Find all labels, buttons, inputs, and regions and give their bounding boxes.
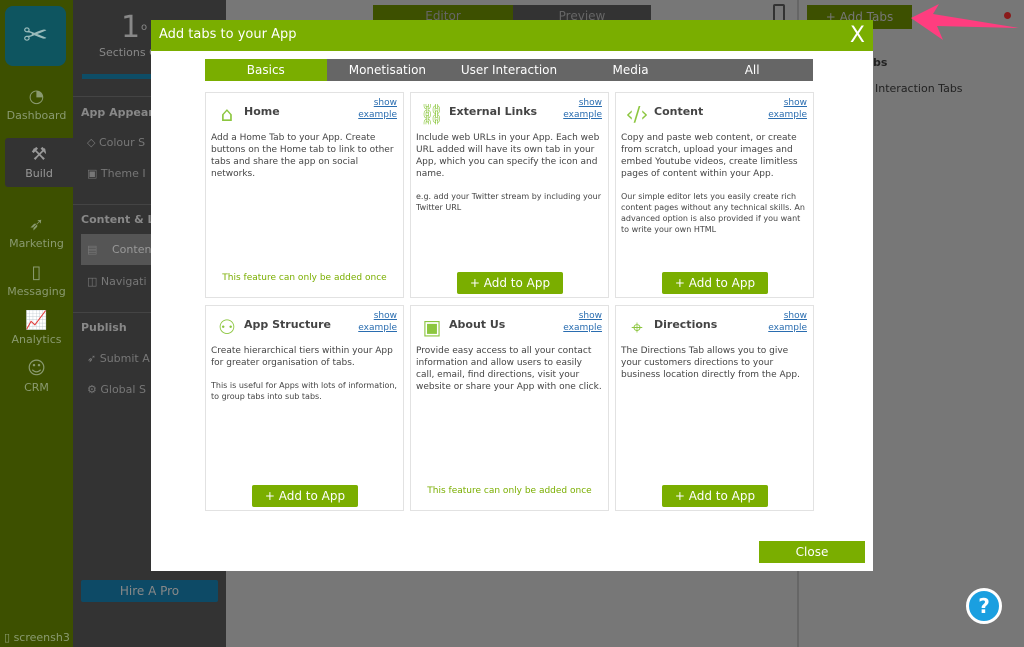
layout-icon: ◫: [87, 275, 101, 288]
show-example-link[interactable]: show example: [563, 97, 602, 121]
card-description: Create hierarchical tiers within your Ap…: [211, 346, 393, 368]
once-notice: This feature can only be added once: [222, 273, 387, 283]
tab-card-app-structure: ⚇ App Structure show example Create hiera…: [205, 305, 404, 511]
gauge-icon: ◔: [28, 86, 45, 107]
card-note: This is useful for Apps with lots of inf…: [211, 381, 397, 401]
tab-basics[interactable]: Basics: [205, 59, 327, 81]
hire-a-pro-button[interactable]: Hire A Pro: [81, 580, 218, 602]
category-tabs: Basics Monetisation User Interaction Media A…: [205, 59, 813, 81]
card-title: Directions: [654, 318, 718, 331]
progress-fill: [82, 74, 154, 79]
tab-card-external-links: ⛓ External Links show example Include web…: [410, 92, 609, 298]
card-title: App Structure: [244, 318, 332, 331]
contact-card-icon: ▣: [422, 315, 442, 339]
tab-user-interaction[interactable]: User Interaction: [448, 59, 570, 81]
add-to-app-button[interactable]: + Add to App: [457, 272, 563, 294]
nav-global-settings[interactable]: ⚙ Global S: [87, 383, 146, 396]
help-button[interactable]: ?: [966, 588, 1002, 624]
rocket-icon: ➶: [28, 214, 45, 235]
show-example-link[interactable]: show example: [768, 97, 807, 121]
tab-monetisation[interactable]: Monetisation: [327, 59, 449, 81]
user-icon: ☺: [27, 358, 46, 379]
tab-card-about-us: ▣ About Us show example Provide easy acce…: [410, 305, 609, 511]
show-example-link[interactable]: show example: [358, 310, 397, 334]
phone-chat-icon: ▯: [31, 262, 42, 283]
nav-navigation[interactable]: ◫ Navigati: [87, 275, 147, 288]
sidebar-item-crm[interactable]: ☺ CRM: [0, 358, 73, 394]
code-icon: ‹/›: [625, 102, 649, 126]
add-to-app-button[interactable]: + Add to App: [662, 272, 768, 294]
tab-card-home: ⌂ Home show example Add a Home Tab to you…: [205, 92, 404, 298]
once-notice: This feature can only be added once: [427, 486, 592, 496]
sidebar-item-analytics[interactable]: 📈 Analytics: [0, 310, 73, 346]
close-button[interactable]: Close: [759, 541, 865, 563]
list-icon: ▤: [87, 243, 98, 256]
pointer-arrow-icon: [911, 4, 1019, 40]
add-to-app-button[interactable]: + Add to App: [662, 485, 768, 507]
main-sidebar: ✂ ◔ Dashboard ⚒ Build ➶ Marketing ▯ Messagin…: [0, 0, 73, 647]
show-example-link[interactable]: show example: [563, 310, 602, 334]
card-note: Our simple editor lets you easily create…: [621, 192, 805, 234]
sidebar-item-marketing[interactable]: ➶ Marketing: [0, 214, 73, 250]
close-icon[interactable]: X: [850, 23, 865, 48]
card-description: Copy and paste web content, or create fr…: [621, 133, 798, 179]
theme-icon: ▣: [87, 167, 101, 180]
card-description: Include web URLs in your App. Each web U…: [416, 133, 600, 179]
sidebar-item-build[interactable]: ⚒ Build: [5, 138, 73, 187]
card-note: e.g. add your Twitter stream by includin…: [416, 192, 602, 212]
hierarchy-icon: ⚇: [218, 315, 236, 339]
card-description: The Directions Tab allows you to give yo…: [621, 346, 800, 380]
sidebar-item-dashboard[interactable]: ◔ Dashboard: [0, 86, 73, 122]
nav-colour[interactable]: ◇ Colour S: [87, 136, 145, 149]
tab-all[interactable]: All: [691, 59, 813, 81]
modal-title: Add tabs to your App: [159, 27, 297, 42]
card-title: External Links: [449, 105, 538, 118]
rocket-icon: ➶: [87, 352, 100, 365]
tools-icon: ⚒: [30, 144, 48, 165]
card-title: Home: [244, 105, 280, 118]
card-title: About Us: [449, 318, 506, 331]
app-logo[interactable]: ✂: [5, 6, 66, 66]
home-icon: ⌂: [220, 102, 234, 126]
nav-theme[interactable]: ▣ Theme I: [87, 167, 146, 180]
tab-card-directions: ⌖ Directions show example The Directions …: [615, 305, 814, 511]
card-title: Content: [654, 105, 704, 118]
question-icon: ?: [978, 594, 990, 618]
gear-icon: ⚙: [87, 383, 101, 396]
paint-icon: ◇: [87, 136, 99, 149]
chart-icon: 📈: [25, 310, 48, 331]
tab-card-content: ‹/› Content show example Copy and paste w…: [615, 92, 814, 298]
add-to-app-button[interactable]: + Add to App: [252, 485, 358, 507]
nav-submit[interactable]: ➶ Submit A: [87, 352, 150, 365]
show-example-link[interactable]: show example: [768, 310, 807, 334]
show-example-link[interactable]: show example: [358, 97, 397, 121]
card-description: Add a Home Tab to your App. Create butto…: [211, 133, 394, 179]
add-tabs-modal: Add tabs to your App X Basics Monetisation…: [151, 20, 873, 571]
sidebar-item-messaging[interactable]: ▯ Messaging: [0, 262, 73, 298]
tab-media[interactable]: Media: [570, 59, 692, 81]
app-selector[interactable]: ▯ screensh3: [4, 631, 70, 644]
link-icon: ⛓: [419, 102, 445, 126]
sections-count: 1: [121, 10, 141, 45]
scissors-icon: ✂: [22, 18, 49, 53]
group-title: Publish: [81, 321, 127, 334]
phone-icon: ▯: [4, 631, 14, 644]
map-pin-icon: ⌖: [631, 315, 643, 339]
modal-header: Add tabs to your App X: [151, 20, 873, 51]
card-description: Provide easy access to all your contact …: [416, 346, 602, 392]
